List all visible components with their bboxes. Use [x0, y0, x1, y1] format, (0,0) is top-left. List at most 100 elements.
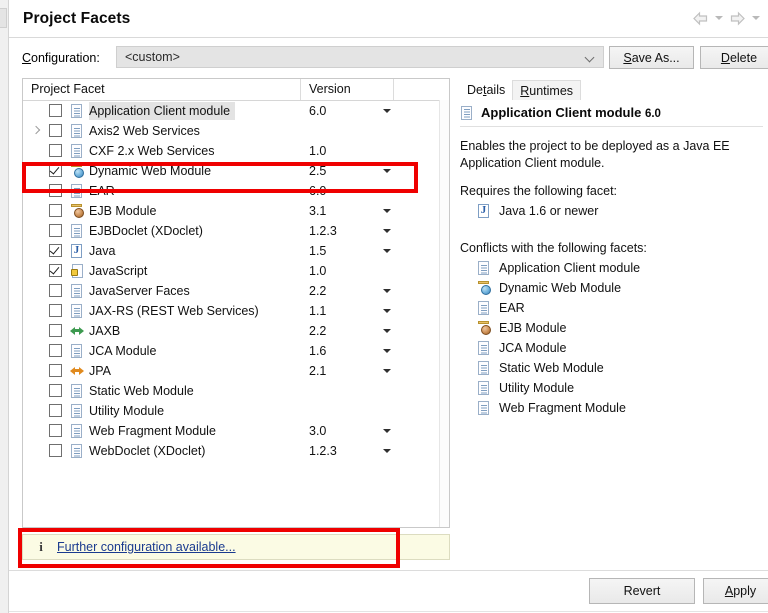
facet-checkbox[interactable] [49, 324, 62, 337]
facet-version[interactable]: 6.0 [309, 182, 326, 200]
facet-checkbox[interactable] [49, 244, 62, 257]
version-dropdown-icon[interactable] [383, 289, 391, 293]
facet-checkbox[interactable] [49, 364, 62, 377]
table-row[interactable]: JPA 2.1 [23, 361, 449, 381]
column-divider[interactable] [300, 79, 301, 100]
table-row[interactable]: EAR 6.0 [23, 181, 449, 201]
facet-checkbox[interactable] [49, 264, 62, 277]
facet-version[interactable]: 3.0 [309, 422, 326, 440]
facet-version[interactable]: 1.6 [309, 342, 326, 360]
facet-version[interactable]: 1.0 [309, 142, 326, 160]
facet-checkbox[interactable] [49, 164, 62, 177]
facet-name: JavaServer Faces [89, 284, 190, 298]
facet-checkbox[interactable] [49, 344, 62, 357]
doc-icon [70, 444, 84, 458]
tab-runtimes[interactable]: Runtimes [512, 80, 582, 100]
forward-history-chevron-down-icon[interactable] [749, 8, 762, 28]
version-dropdown-icon[interactable] [383, 429, 391, 433]
column-header-facet[interactable]: Project Facet [31, 82, 105, 96]
facet-version[interactable]: 2.2 [309, 282, 326, 300]
chevron-down-icon [586, 54, 595, 63]
facet-name: Web Fragment Module [89, 424, 216, 438]
facet-version[interactable]: 2.1 [309, 362, 326, 380]
details-separator [460, 126, 763, 127]
table-row[interactable]: Static Web Module [23, 381, 449, 401]
facet-version[interactable]: 1.1 [309, 302, 326, 320]
table-row[interactable]: JavaScript 1.0 [23, 261, 449, 281]
facet-version[interactable]: 2.5 [309, 162, 326, 180]
version-dropdown-icon[interactable] [383, 249, 391, 253]
table-row[interactable]: JAXB 2.2 [23, 321, 449, 341]
facet-checkbox[interactable] [49, 104, 62, 117]
table-row[interactable]: Application Client module 6.0 [23, 101, 449, 121]
save-as-button[interactable]: Save As... [609, 46, 694, 69]
revert-button[interactable]: Revert [589, 578, 695, 604]
facet-checkbox[interactable] [49, 224, 62, 237]
locked-doc-icon [70, 264, 84, 278]
column-divider[interactable] [393, 79, 394, 100]
table-row[interactable]: CXF 2.x Web Services 1.0 [23, 141, 449, 161]
window-side-tab[interactable] [0, 8, 7, 28]
table-row[interactable]: EJBDoclet (XDoclet) 1.2.3 [23, 221, 449, 241]
facet-checkbox[interactable] [49, 204, 62, 217]
back-arrow-icon[interactable] [689, 8, 711, 28]
facet-version[interactable]: 2.2 [309, 322, 326, 340]
facet-checkbox[interactable] [49, 444, 62, 457]
version-dropdown-icon[interactable] [383, 329, 391, 333]
table-row[interactable]: JCA Module 1.6 [23, 341, 449, 361]
details-tabs: Details Runtimes [460, 78, 582, 100]
facet-checkbox[interactable] [49, 144, 62, 157]
facet-version[interactable]: 3.1 [309, 202, 326, 220]
table-row[interactable]: WebDoclet (XDoclet) 1.2.3 [23, 441, 449, 461]
version-dropdown-icon[interactable] [383, 309, 391, 313]
facet-version[interactable]: 1.0 [309, 262, 326, 280]
configuration-combobox[interactable]: <custom> [116, 46, 604, 68]
list-item-label: Utility Module [499, 381, 575, 395]
version-dropdown-icon[interactable] [383, 209, 391, 213]
facet-version[interactable]: 1.2.3 [309, 222, 337, 240]
back-history-chevron-down-icon[interactable] [712, 8, 725, 28]
table-row[interactable]: JavaServer Faces 2.2 [23, 281, 449, 301]
tab-details[interactable]: Details [460, 80, 513, 100]
info-icon: i [39, 539, 43, 554]
list-item-label: Dynamic Web Module [499, 281, 622, 295]
facet-checkbox[interactable] [49, 124, 62, 137]
facet-name: JCA Module [89, 344, 157, 358]
facet-name: Dynamic Web Module [89, 164, 212, 178]
delete-button[interactable]: Delete [700, 46, 768, 69]
version-dropdown-icon[interactable] [383, 109, 391, 113]
doc-icon [477, 361, 491, 375]
version-dropdown-icon[interactable] [383, 169, 391, 173]
facet-version[interactable]: 1.2.3 [309, 442, 337, 460]
version-dropdown-icon[interactable] [383, 349, 391, 353]
forward-arrow-icon[interactable] [726, 8, 748, 28]
facet-checkbox[interactable] [49, 384, 62, 397]
facet-list-scrollbar[interactable] [439, 100, 449, 527]
table-row[interactable]: Dynamic Web Module 2.5 [23, 161, 449, 181]
table-row[interactable]: EJB Module 3.1 [23, 201, 449, 221]
doc-icon [70, 344, 84, 358]
facet-name: JAX-RS (REST Web Services) [89, 304, 259, 318]
facet-checkbox[interactable] [49, 284, 62, 297]
column-header-version[interactable]: Version [309, 82, 351, 96]
facet-checkbox[interactable] [49, 184, 62, 197]
facet-version[interactable]: 1.5 [309, 242, 326, 260]
version-dropdown-icon[interactable] [383, 189, 391, 193]
table-row[interactable]: Web Fragment Module 3.0 [23, 421, 449, 441]
chevron-right-icon[interactable] [31, 126, 41, 136]
table-row[interactable]: Java 1.5 [23, 241, 449, 261]
version-dropdown-icon[interactable] [383, 369, 391, 373]
table-row[interactable]: Axis2 Web Services [23, 121, 449, 141]
facet-version[interactable]: 6.0 [309, 102, 326, 120]
doc-icon [70, 284, 84, 298]
facet-checkbox[interactable] [49, 404, 62, 417]
table-row[interactable]: Utility Module [23, 401, 449, 421]
facet-checkbox[interactable] [49, 304, 62, 317]
version-dropdown-icon[interactable] [383, 449, 391, 453]
facet-name: Application Client module [89, 102, 236, 120]
table-row[interactable]: JAX-RS (REST Web Services) 1.1 [23, 301, 449, 321]
version-dropdown-icon[interactable] [383, 229, 391, 233]
facet-checkbox[interactable] [49, 424, 62, 437]
further-configuration-link[interactable]: Further configuration available... [57, 540, 236, 554]
apply-button[interactable]: Apply [703, 578, 768, 604]
